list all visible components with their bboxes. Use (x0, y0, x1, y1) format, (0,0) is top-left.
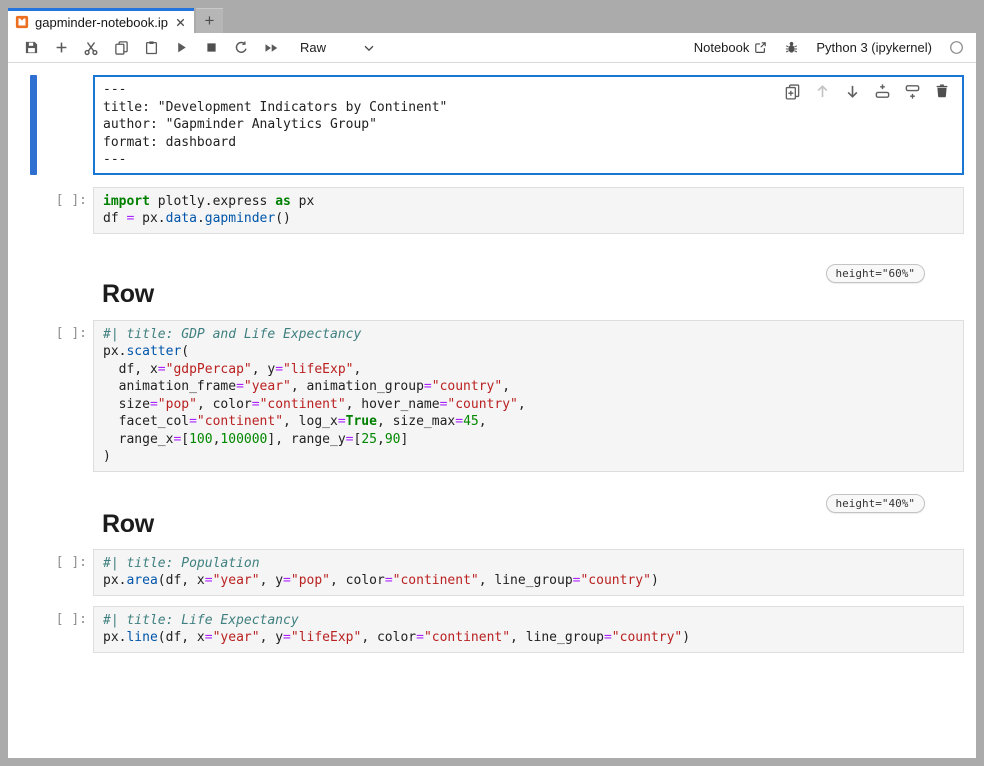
cell-prompt: [ ]: (8, 320, 93, 472)
code-line: import plotly.express as px (103, 193, 954, 211)
code-line: df, x="gdpPercap", y="lifeExp", (103, 361, 954, 379)
code-cell-editor[interactable]: #| title: Life Expectancypx.line(df, x="… (93, 606, 964, 653)
code-line: px.line(df, x="year", y="lifeExp", color… (103, 629, 954, 647)
cell-prompt (8, 75, 93, 175)
tab-title: gapminder-notebook.ipynb (35, 15, 168, 30)
save-icon (24, 40, 39, 55)
add-icon (54, 40, 69, 55)
markdown-heading: Row (102, 510, 964, 539)
notebook-file-icon (15, 15, 29, 29)
move-up-icon (814, 83, 831, 100)
cell-list: ---title: "Development Indicators by Con… (8, 75, 976, 653)
code-line: px.area(df, x="year", y="pop", color="co… (103, 572, 954, 590)
restart-button[interactable] (226, 35, 256, 61)
code-line: #| title: Population (103, 555, 954, 573)
cell-prompt: [ ]: (8, 549, 93, 596)
debugger-bug-icon[interactable] (784, 40, 799, 55)
notebook-cell[interactable]: [ ]:#| title: GDP and Life Expectancypx.… (8, 320, 976, 472)
fast-forward-button[interactable] (256, 35, 286, 61)
cell-type-select[interactable]: Raw (300, 40, 376, 55)
code-line: df = px.data.gapminder() (103, 210, 954, 228)
duplicate-icon (784, 83, 801, 100)
code-cell-editor[interactable]: #| title: GDP and Life Expectancypx.scat… (93, 320, 964, 472)
restart-icon (234, 40, 249, 55)
notebook-cell[interactable]: [ ]:#| title: Populationpx.area(df, x="y… (8, 549, 976, 596)
stop-icon (204, 40, 219, 55)
paste-button[interactable] (136, 35, 166, 61)
code-line: animation_frame="year", animation_group=… (103, 378, 954, 396)
insert-above-button[interactable] (870, 80, 894, 102)
jupyterlab-window: { "tab_bar": { "active_tab": { "title": … (0, 0, 984, 766)
save-button[interactable] (16, 35, 46, 61)
height-badge: height="60%" (826, 264, 925, 283)
move-up-button[interactable] (810, 80, 834, 102)
notebook-cell[interactable]: Rowheight="60%" (8, 280, 976, 309)
code-line: format: dashboard (103, 134, 954, 152)
code-line: --- (103, 151, 954, 169)
cut-icon (83, 40, 99, 56)
code-line: size="pop", color="continent", hover_nam… (103, 396, 954, 414)
stop-button[interactable] (196, 35, 226, 61)
run-icon (174, 40, 189, 55)
app-frame: gapminder-notebook.ipynb + Raw Notebook … (8, 8, 976, 758)
code-line: facet_col="continent", log_x=True, size_… (103, 413, 954, 431)
code-line: #| title: GDP and Life Expectancy (103, 326, 954, 344)
delete-button[interactable] (930, 80, 954, 102)
notebook-cell[interactable]: Rowheight="40%" (8, 510, 976, 539)
tab-bar: gapminder-notebook.ipynb + (8, 8, 976, 33)
paste-icon (144, 40, 159, 55)
chevron-down-icon (362, 41, 376, 55)
close-icon[interactable] (174, 16, 187, 29)
move-down-icon (844, 83, 861, 100)
notebook-toolbar: Raw Notebook Python 3 (ipykernel) (8, 33, 976, 63)
new-tab-button[interactable]: + (196, 8, 223, 33)
code-cell-editor[interactable]: import plotly.express as pxdf = px.data.… (93, 187, 964, 234)
toolbar-buttons (16, 35, 286, 61)
move-down-button[interactable] (840, 80, 864, 102)
fast-forward-icon (263, 40, 279, 56)
notebook-label: Notebook (694, 40, 750, 55)
code-line: author: "Gapminder Analytics Group" (103, 116, 954, 134)
copy-icon (114, 40, 129, 55)
code-cell-editor[interactable]: #| title: Populationpx.area(df, x="year"… (93, 549, 964, 596)
run-button[interactable] (166, 35, 196, 61)
toolbar-right: Notebook Python 3 (ipykernel) (694, 40, 968, 55)
markdown-cell-body[interactable]: Rowheight="40%" (93, 510, 964, 539)
code-line: range_x=[100,100000], range_y=[25,90] (103, 431, 954, 449)
notebook-cell[interactable]: [ ]:#| title: Life Expectancypx.line(df,… (8, 606, 976, 653)
cell-prompt (8, 280, 93, 309)
kernel-name[interactable]: Python 3 (ipykernel) (816, 40, 932, 55)
code-line: px.scatter( (103, 343, 954, 361)
cell-type-value: Raw (300, 40, 326, 55)
code-line: #| title: Life Expectancy (103, 612, 954, 630)
delete-icon (934, 83, 950, 99)
tab-gapminder-notebook[interactable]: gapminder-notebook.ipynb (8, 8, 194, 33)
insert-below-icon (904, 83, 921, 100)
markdown-heading: Row (102, 280, 964, 309)
cut-button[interactable] (76, 35, 106, 61)
duplicate-button[interactable] (780, 80, 804, 102)
add-button[interactable] (46, 35, 76, 61)
notebook-cell[interactable]: ---title: "Development Indicators by Con… (8, 75, 976, 175)
notebook-panel-link[interactable]: Notebook (694, 40, 768, 55)
cell-prompt: [ ]: (8, 187, 93, 234)
height-badge: height="40%" (826, 494, 925, 513)
insert-below-button[interactable] (900, 80, 924, 102)
code-line: ) (103, 448, 954, 466)
cell-prompt: [ ]: (8, 606, 93, 653)
markdown-cell-body[interactable]: Rowheight="60%" (93, 280, 964, 309)
notebook-scroll-area[interactable]: ---title: "Development Indicators by Con… (8, 63, 976, 758)
cell-toolbar (780, 80, 954, 102)
active-cell-collapser[interactable] (30, 75, 37, 175)
kernel-status-icon (949, 40, 964, 55)
external-link-icon (754, 41, 767, 54)
copy-button[interactable] (106, 35, 136, 61)
insert-above-icon (874, 83, 891, 100)
notebook-cell[interactable]: [ ]:import plotly.express as pxdf = px.d… (8, 187, 976, 234)
cell-prompt (8, 510, 93, 539)
